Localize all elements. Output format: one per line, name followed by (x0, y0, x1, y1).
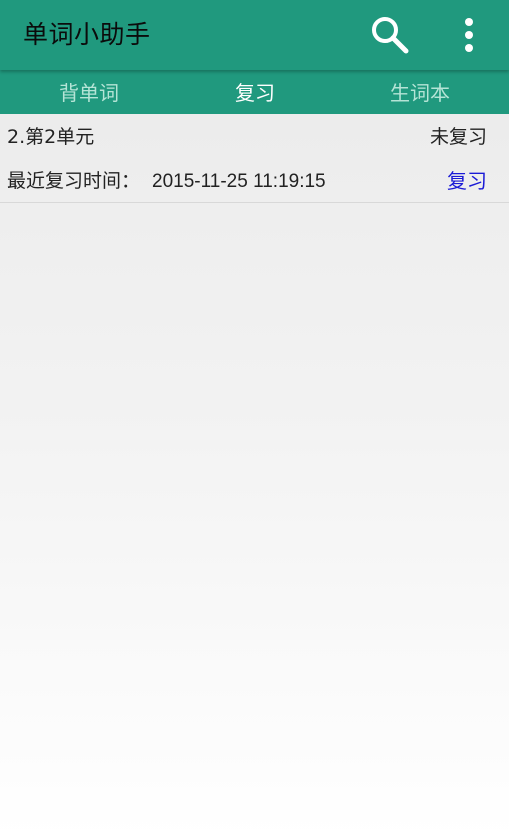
tab-learn-words[interactable]: 背单词 (0, 70, 178, 114)
last-review-label: 最近复习时间： (7, 170, 141, 192)
search-button[interactable] (368, 13, 412, 57)
app-bar: 单词小助手 (0, 0, 509, 70)
more-vertical-icon (465, 18, 473, 52)
review-status: 未复习 (429, 126, 487, 148)
last-review-time: 2015-11-25 11:19:15 (152, 171, 326, 192)
list-item[interactable]: 2.第2单元 未复习 最近复习时间： 2015-11-25 11:19:15 复习 (0, 114, 509, 203)
last-review-info: 最近复习时间： 2015-11-25 11:19:15 (7, 168, 326, 195)
search-icon (372, 17, 409, 54)
unit-name: 2.第2单元 (7, 126, 95, 148)
review-list: 2.第2单元 未复习 最近复习时间： 2015-11-25 11:19:15 复习 (0, 114, 509, 839)
overflow-menu-button[interactable] (452, 13, 486, 57)
review-button[interactable]: 复习 (447, 168, 487, 194)
app-title: 单词小助手 (23, 20, 151, 49)
tab-review[interactable]: 复习 (170, 70, 340, 114)
tab-bar: 背单词 复习 生词本 (0, 70, 509, 114)
tab-vocabulary-notebook[interactable]: 生词本 (335, 70, 505, 114)
